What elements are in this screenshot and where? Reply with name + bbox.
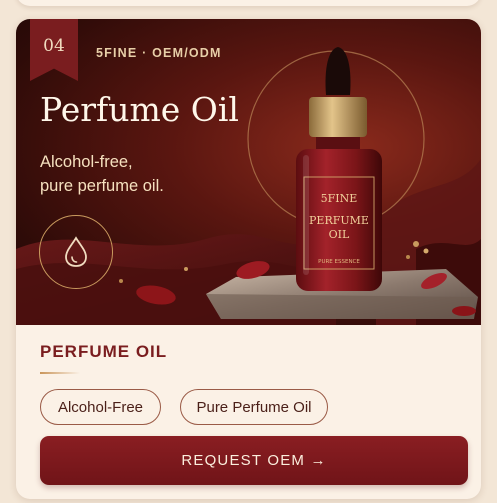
drop-icon <box>65 236 87 267</box>
bottle-name-line2: OIL <box>329 228 350 241</box>
tag-pure-perfume-oil[interactable]: Pure Perfume Oil <box>180 389 328 425</box>
product-card: 5FINE PERFUME OIL PURE ESSENCE 04 5FINE … <box>16 19 481 499</box>
card-content: PERFUME OIL Alcohol-Free Pure Perfume Oi… <box>16 325 481 499</box>
hero-subtitle-line1: Alcohol-free, <box>40 153 133 171</box>
card-number: 04 <box>43 36 65 56</box>
brand-line: 5FINE · OEM/ODM <box>96 46 222 60</box>
hero-subtitle: Alcohol-free, pure perfume oil. <box>40 150 210 198</box>
bottle-footer: PURE ESSENCE <box>318 259 360 265</box>
previous-card-edge <box>16 0 481 6</box>
hero-subtitle-line2: pure perfume oil. <box>40 177 164 195</box>
hero-title: Perfume Oil <box>40 90 239 129</box>
tag-alcohol-free[interactable]: Alcohol-Free <box>40 389 161 425</box>
section-title: PERFUME OIL <box>40 342 168 361</box>
bottle-brand: 5FINE <box>321 192 358 205</box>
request-oem-button[interactable]: REQUEST OEM → <box>40 436 468 485</box>
drop-badge <box>39 215 113 289</box>
bottle-name-line1: PERFUME <box>309 214 369 227</box>
title-divider <box>40 372 80 374</box>
hero-image: 5FINE PERFUME OIL PURE ESSENCE 04 5FINE … <box>16 19 481 325</box>
